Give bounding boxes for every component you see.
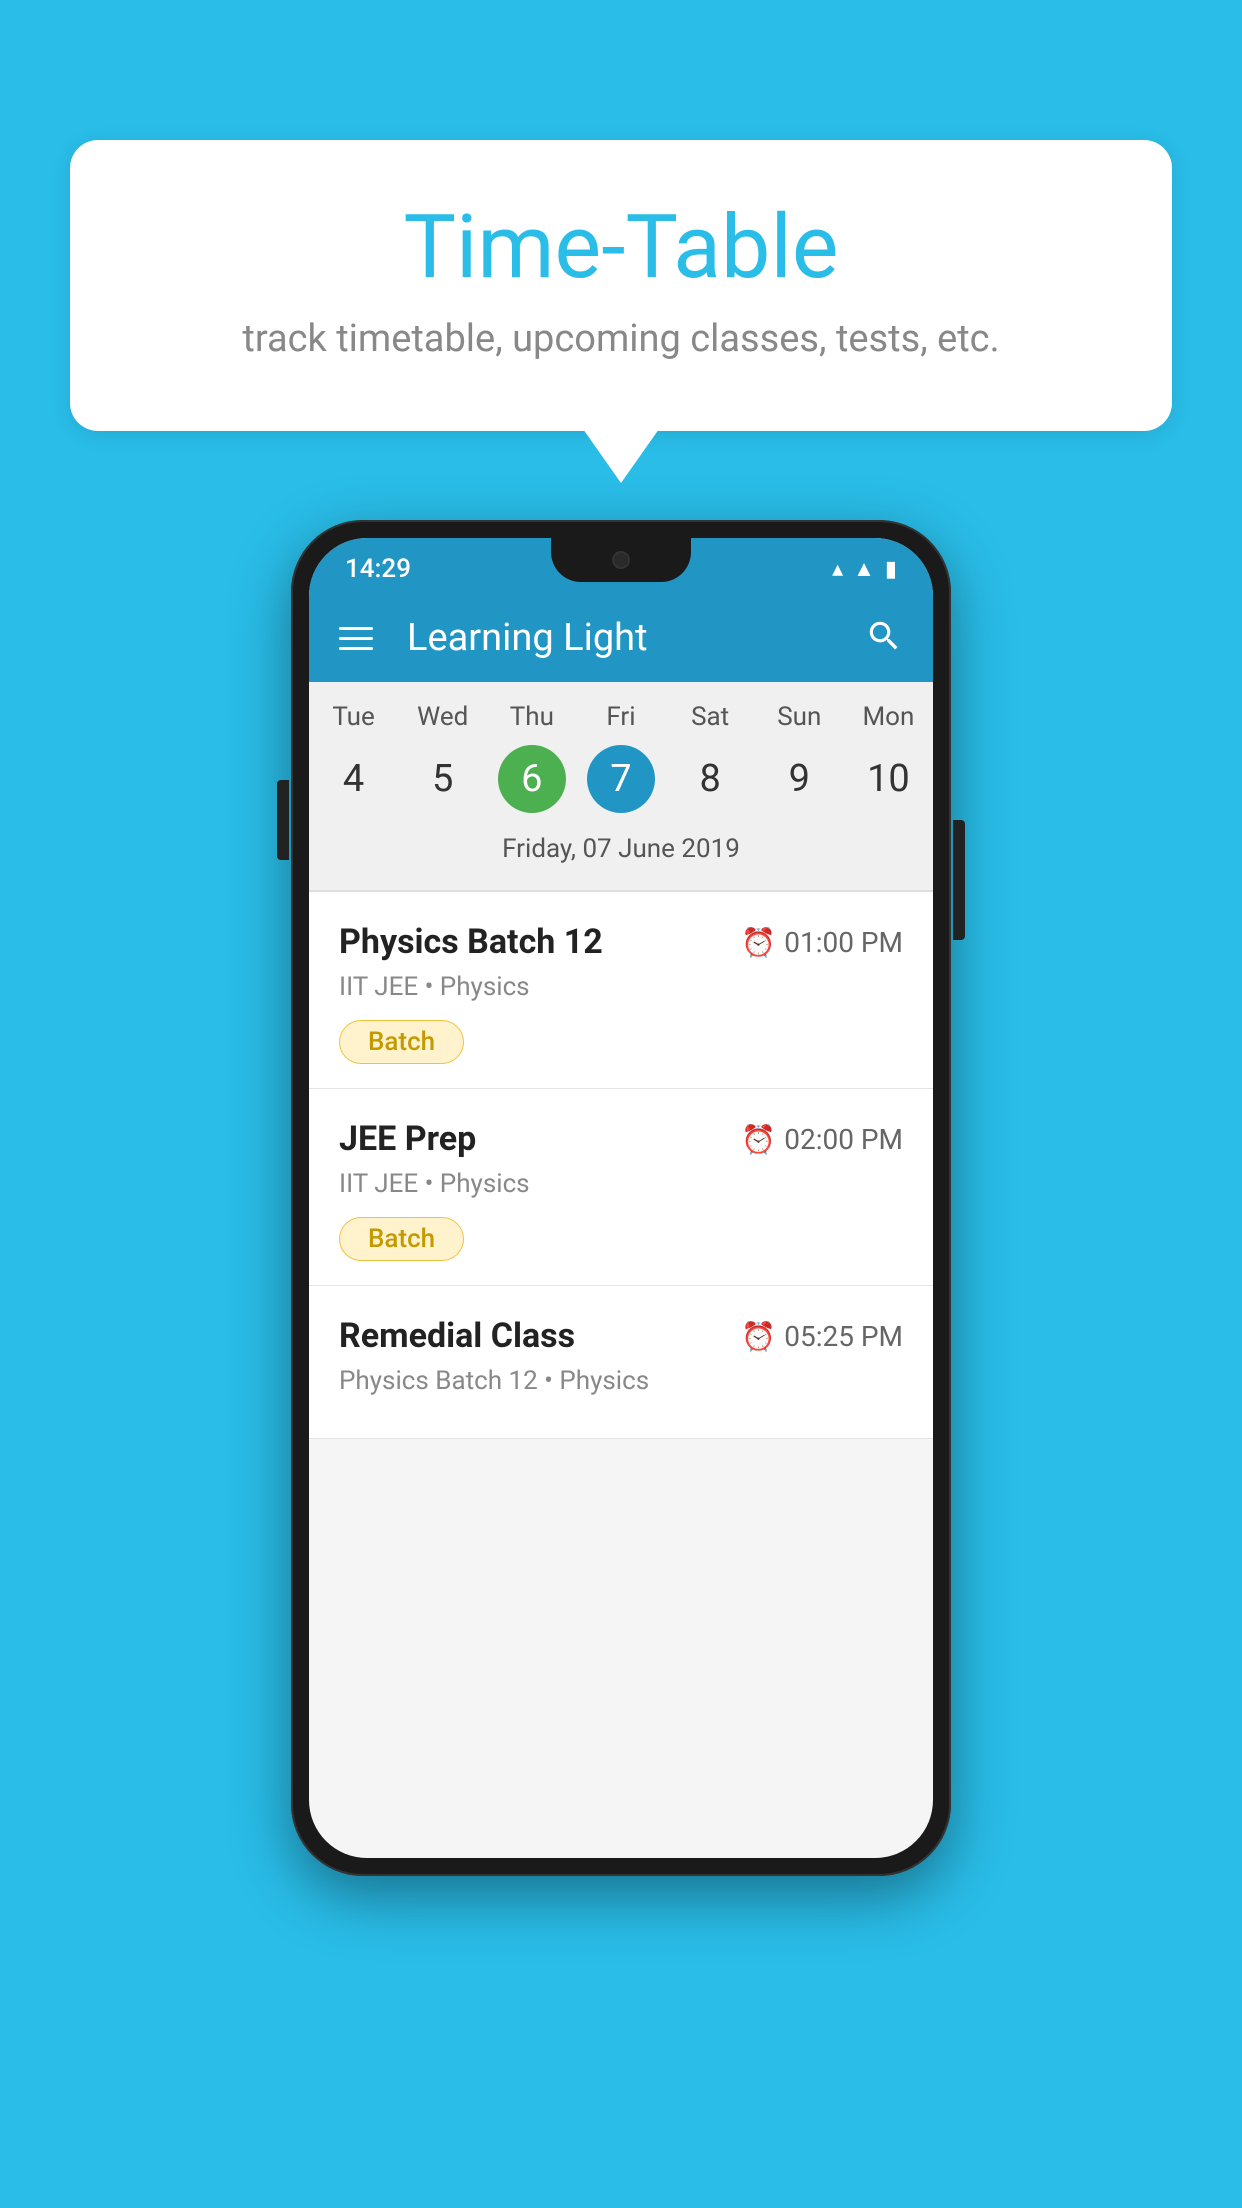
day-9[interactable]: 9 [755, 744, 844, 814]
menu-icon[interactable] [339, 627, 373, 650]
item-3-subtitle: Physics Batch 12 • Physics [339, 1366, 903, 1396]
search-button[interactable] [865, 617, 903, 659]
item-1-time-text: 01:00 PM [784, 926, 903, 959]
item-1-time: ⏰ 01:00 PM [741, 926, 903, 959]
day-label-sat: Sat [666, 702, 755, 732]
camera-icon [612, 551, 630, 569]
phone-mockup: 14:29 ▴ ▲ ▮ Learning Light [291, 520, 951, 1876]
item-2-time: ⏰ 02:00 PM [741, 1123, 903, 1156]
status-icons: ▴ ▲ ▮ [832, 556, 897, 582]
day-label-thu: Thu [487, 702, 576, 732]
search-icon [865, 617, 903, 655]
item-2-title: JEE Prep [339, 1119, 476, 1159]
day-6-today[interactable]: 6 [498, 745, 566, 813]
item-3-time: ⏰ 05:25 PM [741, 1320, 903, 1353]
phone-notch [551, 538, 691, 582]
item-1-title: Physics Batch 12 [339, 922, 603, 962]
item-2-header: JEE Prep ⏰ 02:00 PM [339, 1119, 903, 1159]
day-7-selected[interactable]: 7 [587, 745, 655, 813]
item-3-title: Remedial Class [339, 1316, 575, 1356]
item-2-batch-tag: Batch [339, 1217, 464, 1261]
day-8[interactable]: 8 [666, 744, 755, 814]
day-10[interactable]: 10 [844, 744, 933, 814]
phone-screen-border: 14:29 ▴ ▲ ▮ Learning Light [309, 538, 933, 1858]
day-5[interactable]: 5 [398, 744, 487, 814]
phone-outer: 14:29 ▴ ▲ ▮ Learning Light [291, 520, 951, 1876]
battery-icon: ▮ [885, 557, 897, 582]
signal-icon: ▲ [853, 556, 875, 582]
schedule-item-1[interactable]: Physics Batch 12 ⏰ 01:00 PM IIT JEE • Ph… [309, 892, 933, 1089]
day-label-wed: Wed [398, 702, 487, 732]
calendar-strip: Tue Wed Thu Fri Sat Sun Mon 4 5 6 7 8 [309, 682, 933, 890]
day-label-sun: Sun [755, 702, 844, 732]
selected-date-label: Friday, 07 June 2019 [309, 826, 933, 880]
speech-bubble-area: Time-Table track timetable, upcoming cla… [70, 140, 1172, 431]
bubble-subtitle: track timetable, upcoming classes, tests… [150, 317, 1092, 361]
clock-icon-1: ⏰ [741, 926, 776, 959]
item-1-batch-tag: Batch [339, 1020, 464, 1064]
day-label-tue: Tue [309, 702, 398, 732]
item-2-subtitle: IIT JEE • Physics [339, 1169, 903, 1199]
day-label-mon: Mon [844, 702, 933, 732]
day-headers: Tue Wed Thu Fri Sat Sun Mon [309, 702, 933, 732]
day-numbers: 4 5 6 7 8 9 10 [309, 744, 933, 814]
clock-icon-3: ⏰ [741, 1320, 776, 1353]
item-1-header: Physics Batch 12 ⏰ 01:00 PM [339, 922, 903, 962]
item-3-time-text: 05:25 PM [784, 1320, 903, 1353]
bubble-title: Time-Table [150, 200, 1092, 297]
schedule-item-3[interactable]: Remedial Class ⏰ 05:25 PM Physics Batch … [309, 1286, 933, 1439]
item-2-time-text: 02:00 PM [784, 1123, 903, 1156]
app-bar: Learning Light [309, 594, 933, 682]
schedule-item-2[interactable]: JEE Prep ⏰ 02:00 PM IIT JEE • Physics Ba… [309, 1089, 933, 1286]
status-time: 14:29 [345, 554, 411, 584]
app-title: Learning Light [397, 616, 841, 660]
day-4[interactable]: 4 [309, 744, 398, 814]
clock-icon-2: ⏰ [741, 1123, 776, 1156]
item-1-subtitle: IIT JEE • Physics [339, 972, 903, 1002]
day-label-fri: Fri [576, 702, 665, 732]
wifi-icon: ▴ [832, 557, 843, 582]
phone-screen: 14:29 ▴ ▲ ▮ Learning Light [309, 538, 933, 1858]
item-3-header: Remedial Class ⏰ 05:25 PM [339, 1316, 903, 1356]
speech-bubble: Time-Table track timetable, upcoming cla… [70, 140, 1172, 431]
